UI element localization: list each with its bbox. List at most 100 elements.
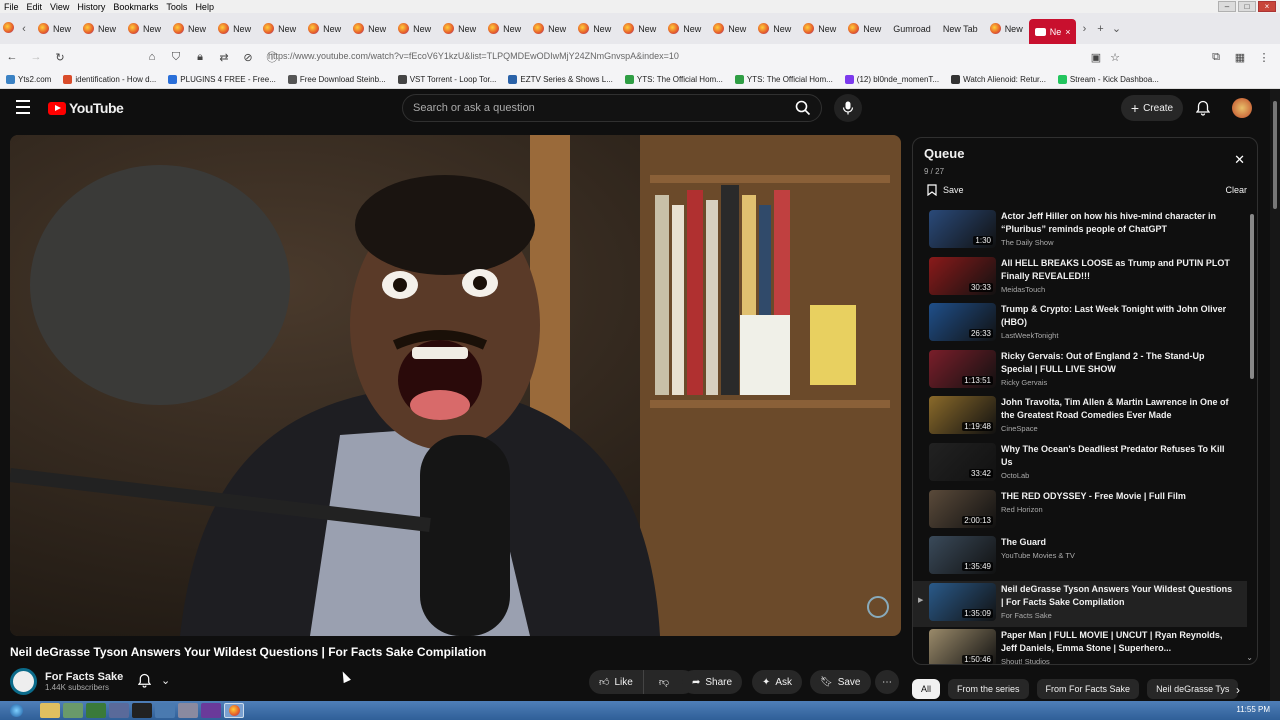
maximize-button[interactable]: □ [1238, 1, 1256, 12]
search-box[interactable]: Search or ask a question [402, 94, 822, 122]
queue-item[interactable]: 1:13:51 Ricky Gervais: Out of England 2 -… [913, 348, 1247, 395]
search-button[interactable] [785, 95, 821, 121]
bookmark-item[interactable]: Free Download Steinb... [282, 74, 392, 84]
browser-tab[interactable]: New [122, 13, 167, 44]
firefox-view-icon[interactable] [0, 21, 16, 36]
menu-view[interactable]: View [50, 2, 69, 12]
menu-edit[interactable]: Edit [27, 2, 43, 12]
browser-tab[interactable]: New [572, 13, 617, 44]
browser-tab[interactable]: New [707, 13, 752, 44]
browser-tab[interactable]: New [302, 13, 347, 44]
dislike-button[interactable]: 👎︎ [649, 676, 679, 688]
browser-tab[interactable]: New [77, 13, 122, 44]
queue-item[interactable]: 30:33 All HELL BREAKS LOOSE as Trump and … [913, 255, 1247, 302]
share-button[interactable]: ➦ Share [682, 670, 743, 694]
url-field[interactable]: https://www.youtube.com/watch?v=fEcoV6Y1… [268, 51, 679, 61]
app-taskbar-icon-5[interactable] [132, 703, 152, 718]
queue-item[interactable]: 1:19:48 John Travolta, Tim Allen & Martin… [913, 394, 1247, 441]
bookmark-star-icon[interactable]: ☆ [1103, 51, 1127, 64]
app-taskbar-icon-8[interactable] [201, 703, 221, 718]
tab-active-youtube[interactable]: Ne × [1028, 19, 1077, 44]
queue-item-thumbnail[interactable]: 1:35:09 [929, 582, 996, 621]
tab-list-chevron-icon[interactable]: ⌄ [1108, 22, 1124, 35]
app-taskbar-icon-7[interactable] [178, 703, 198, 718]
queue-item-thumbnail[interactable]: 2:00:13 [929, 489, 996, 528]
menu-history[interactable]: History [77, 2, 105, 12]
browser-tab[interactable]: New Tab [937, 13, 984, 44]
app-taskbar-icon-2[interactable] [63, 703, 83, 718]
queue-item-thumbnail[interactable]: 1:19:48 [929, 396, 996, 435]
more-actions-button[interactable]: ⋯ [875, 670, 899, 694]
browser-tab[interactable]: New [984, 13, 1029, 44]
home-icon[interactable]: ⌂ [140, 51, 164, 63]
browser-tab[interactable]: New [842, 13, 887, 44]
video-player[interactable] [10, 135, 901, 636]
queue-scrollbar[interactable] [1250, 214, 1254, 379]
menu-help[interactable]: Help [195, 2, 214, 12]
lock-icon[interactable]: 🔒︎ [188, 51, 212, 64]
menu-tools[interactable]: Tools [166, 2, 187, 12]
queue-item-title[interactable]: Neil deGrasse Tyson Answers Your Wildest… [1001, 583, 1237, 609]
queue-item-title[interactable]: All HELL BREAKS LOOSE as Trump and PUTIN… [1001, 257, 1237, 283]
queue-item[interactable]: 33:42 Why The Ocean's Deadliest Predator … [913, 441, 1247, 488]
forward-icon[interactable]: → [24, 51, 48, 63]
menu-file[interactable]: File [4, 2, 19, 12]
queue-item-thumbnail[interactable]: 26:33 [929, 303, 996, 342]
page-scrollbar-thumb[interactable] [1273, 101, 1277, 209]
explorer-taskbar-icon[interactable] [40, 703, 60, 718]
browser-tab[interactable]: New [257, 13, 302, 44]
bookmark-item[interactable]: YTS: The Official Hom... [619, 74, 729, 84]
queue-save-button[interactable]: Save [927, 184, 964, 196]
queue-item[interactable]: 1:35:49 The Guard YouTube Movies & TV [913, 534, 1247, 581]
queue-scroll-down-icon[interactable]: ⌄ [1246, 653, 1253, 662]
app-taskbar-icon-3[interactable] [86, 703, 106, 718]
bookmark-item[interactable]: Watch Alienoid: Retur... [945, 74, 1052, 84]
browser-tab[interactable]: New [482, 13, 527, 44]
chips-next-icon[interactable]: › [1236, 683, 1240, 697]
bookmark-item[interactable]: EZTV Series & Shows L... [502, 74, 618, 84]
queue-item-thumbnail[interactable]: 30:33 [929, 256, 996, 295]
channel-name[interactable]: For Facts Sake [45, 671, 123, 683]
queue-item-title[interactable]: Actor Jeff Hiller on how his hive-mind c… [1001, 210, 1237, 236]
queue-item-title[interactable]: Paper Man | FULL MOVIE | UNCUT | Ryan Re… [1001, 629, 1237, 655]
filter-chip[interactable]: All [912, 679, 941, 699]
bookmark-item[interactable]: YTS: The Official Hom... [729, 74, 839, 84]
account-avatar[interactable] [1232, 98, 1252, 118]
close-queue-icon[interactable]: ✕ [1234, 152, 1245, 168]
tab-scroll-right-icon[interactable]: › [1076, 23, 1092, 35]
filter-chip[interactable]: From the series [948, 679, 1029, 699]
create-button[interactable]: + Create [1121, 95, 1183, 121]
youtube-logo[interactable]: YouTube [48, 100, 124, 116]
queue-item-title[interactable]: The Guard [1001, 536, 1237, 549]
queue-item-title[interactable]: Why The Ocean's Deadliest Predator Refus… [1001, 443, 1237, 469]
browser-tab[interactable]: New [437, 13, 482, 44]
page-scrollbar[interactable] [1270, 89, 1280, 701]
queue-item[interactable]: 1:50:46 Paper Man | FULL MOVIE | UNCUT | … [913, 627, 1247, 664]
notifications-button[interactable] [1195, 100, 1211, 121]
reload-icon[interactable]: ↻ [48, 51, 72, 64]
new-tab-icon[interactable]: + [1092, 23, 1108, 35]
browser-tab[interactable]: New [32, 13, 77, 44]
start-button[interactable] [6, 703, 26, 718]
app-menu-icon[interactable]: ⋮ [1252, 51, 1276, 64]
browser-tab[interactable]: New [797, 13, 842, 44]
channel-avatar[interactable] [10, 668, 37, 695]
tab-scroll-left-icon[interactable]: ‹ [16, 23, 32, 35]
browser-tab[interactable]: New [392, 13, 437, 44]
browser-tab[interactable]: New [662, 13, 707, 44]
bookmark-item[interactable]: Stream - Kick Dashboa... [1052, 74, 1165, 84]
filter-chip[interactable]: From For Facts Sake [1036, 679, 1140, 699]
app-taskbar-icon-6[interactable] [155, 703, 175, 718]
save-button[interactable]: 🔖︎ Save [810, 670, 871, 694]
minimize-button[interactable]: – [1218, 1, 1236, 12]
browser-tab[interactable]: New [527, 13, 572, 44]
browser-tab[interactable]: New [347, 13, 392, 44]
queue-item[interactable]: ▶ 1:35:09 Neil deGrasse Tyson Answers Your… [913, 580, 1247, 628]
back-icon[interactable]: ← [0, 51, 24, 63]
queue-item-thumbnail[interactable]: 1:30 [929, 210, 996, 248]
queue-item[interactable]: 1:30 Actor Jeff Hiller on how his hive-mi… [913, 208, 1247, 255]
browser-tab[interactable]: New [617, 13, 662, 44]
permissions-icon[interactable]: ⇄ [212, 51, 236, 64]
firefox-taskbar-icon[interactable] [224, 703, 244, 718]
browser-tab[interactable]: Gumroad [887, 13, 937, 44]
